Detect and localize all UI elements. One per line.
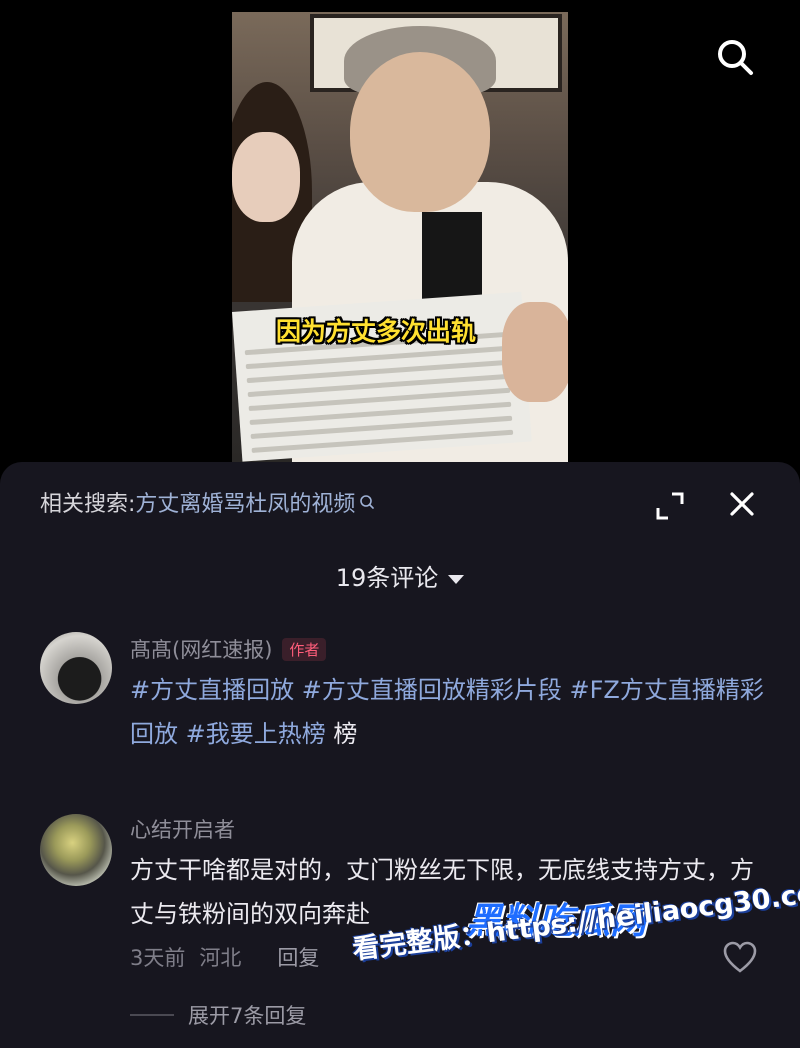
- comment-count-label: 19条评论: [335, 564, 439, 592]
- expand-replies-button[interactable]: 展开7条回复: [130, 1000, 306, 1030]
- hashtag-link[interactable]: #方丈直播回放 #方丈直播回放精彩片段 #FZ方丈直播精彩回放 #我要上热榜: [130, 676, 764, 748]
- comment-username[interactable]: 心结开启者: [130, 814, 235, 844]
- caret-down-icon: [448, 574, 465, 584]
- comment-username[interactable]: 髙髙(网红速报): [130, 638, 272, 662]
- video-caption: 因为方丈多次出轨: [276, 317, 477, 346]
- avatar[interactable]: [40, 632, 112, 704]
- comment-plain-text: 榜: [325, 720, 358, 748]
- search-icon: [360, 495, 375, 509]
- author-badge: 作者: [282, 638, 327, 661]
- comment-count[interactable]: 19条评论: [0, 558, 800, 593]
- reply-button[interactable]: 回复: [277, 946, 319, 970]
- related-search-query[interactable]: 方丈离婚骂杜凤的视频: [135, 486, 355, 518]
- related-search-label: 相关搜索:: [40, 492, 136, 517]
- comment-username-row: 髙髙(网红速报) 作者: [130, 634, 327, 664]
- avatar[interactable]: [40, 814, 112, 886]
- close-icon[interactable]: [726, 488, 758, 520]
- comment-text: #方丈直播回放 #方丈直播回放精彩片段 #FZ方丈直播精彩回放 #我要上热榜 榜: [130, 668, 770, 756]
- video-frame[interactable]: 因为方丈多次出轨: [232, 12, 568, 462]
- woman-face: [232, 132, 300, 222]
- hand: [502, 302, 568, 402]
- comment-meta: 3天前 河北 回复: [130, 942, 333, 972]
- expand-replies-label: 展开7条回复: [188, 1004, 307, 1028]
- man-head: [350, 52, 490, 212]
- search-button[interactable]: [712, 34, 758, 80]
- expand-icon[interactable]: [652, 488, 688, 524]
- video-player[interactable]: 因为方丈多次出轨: [0, 0, 800, 470]
- comment-location: 河北: [199, 946, 242, 970]
- comment-time: 3天前: [130, 946, 186, 970]
- heart-icon[interactable]: [722, 940, 758, 974]
- divider: [130, 1014, 174, 1016]
- search-icon: [718, 40, 753, 75]
- related-search[interactable]: 相关搜索: 方丈离婚骂杜凤的视频: [40, 486, 375, 518]
